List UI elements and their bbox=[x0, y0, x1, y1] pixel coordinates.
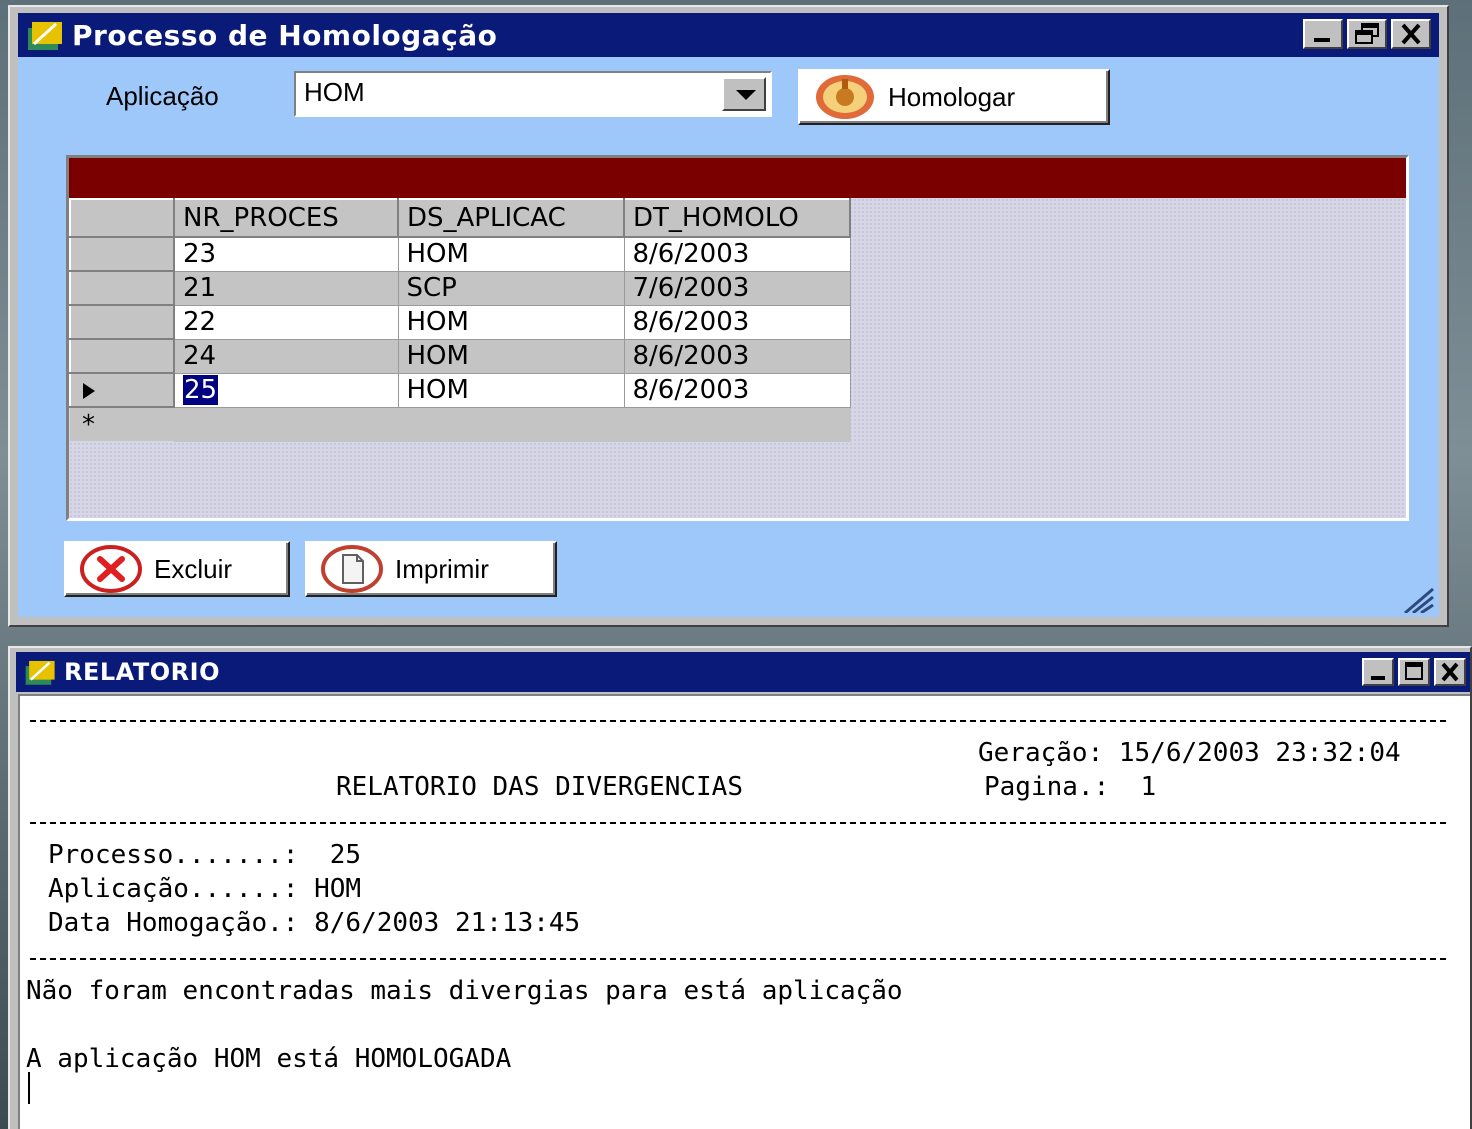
restore-button[interactable] bbox=[1347, 19, 1387, 49]
close-button[interactable] bbox=[1434, 658, 1466, 686]
divider bbox=[30, 822, 1446, 824]
maximize-button[interactable] bbox=[1398, 658, 1430, 686]
current-row-pointer-icon bbox=[83, 382, 95, 399]
table-row-current[interactable]: 25 HOM 8/6/2003 bbox=[69, 372, 851, 408]
cell-nr[interactable]: 24 bbox=[173, 338, 399, 374]
cell-nr[interactable]: 23 bbox=[173, 236, 399, 272]
column-header[interactable]: DS_APLICAC bbox=[397, 198, 625, 238]
new-row-marker[interactable]: * bbox=[70, 407, 174, 441]
cell-ds[interactable]: HOM bbox=[397, 236, 625, 272]
minimize-button[interactable] bbox=[1303, 19, 1343, 49]
cell-dt[interactable]: 8/6/2003 bbox=[623, 372, 851, 408]
aplicacao-label: Aplicação bbox=[106, 81, 219, 111]
divider bbox=[30, 720, 1446, 722]
app-icon bbox=[24, 657, 58, 687]
text-caret bbox=[28, 1072, 30, 1104]
homologacao-window: Processo de Homologação Aplicação HOM Ho… bbox=[8, 5, 1449, 627]
imprimir-label: Imprimir bbox=[395, 553, 489, 584]
row-selector[interactable] bbox=[69, 304, 175, 340]
cell-dt[interactable]: 8/6/2003 bbox=[623, 236, 851, 272]
relatorio-window: RELATORIO Geração: 15/6/2003 23:32:04 RE… bbox=[8, 646, 1472, 1129]
processo-text: Processo.......: 25 bbox=[48, 840, 362, 870]
delete-x-icon bbox=[80, 545, 142, 593]
cell-dt[interactable]: 8/6/2003 bbox=[623, 304, 851, 340]
row-selector[interactable] bbox=[69, 338, 175, 374]
title-bar[interactable]: Processo de Homologação bbox=[18, 13, 1439, 57]
client-area: Aplicação HOM Homologar NR_PROCES DS_APL… bbox=[18, 57, 1439, 617]
grid-caption bbox=[69, 158, 1406, 198]
process-grid[interactable]: NR_PROCES DS_APLICAC DT_HOMOLO 23 HOM 8/… bbox=[66, 155, 1409, 521]
column-header[interactable]: DT_HOMOLO bbox=[623, 198, 851, 238]
cell-dt[interactable]: 7/6/2003 bbox=[623, 270, 851, 306]
message-line-2: A aplicação HOM está HOMOLOGADA bbox=[26, 1044, 512, 1074]
homologar-label: Homologar bbox=[888, 81, 1016, 112]
report-text-area[interactable]: Geração: 15/6/2003 23:32:04 RELATORIO DA… bbox=[18, 694, 1470, 1129]
cell-nr[interactable]: 22 bbox=[173, 304, 399, 340]
window-title: RELATORIO bbox=[64, 658, 220, 686]
minimize-button[interactable] bbox=[1362, 658, 1394, 686]
chevron-down-icon[interactable] bbox=[722, 77, 766, 111]
cell-ds[interactable]: SCP bbox=[397, 270, 625, 306]
new-row[interactable]: * bbox=[70, 406, 851, 442]
data-homologacao-text: Data Homogação.: 8/6/2003 21:13:45 bbox=[48, 908, 581, 938]
app-icon bbox=[26, 18, 66, 52]
cell-dt[interactable]: 8/6/2003 bbox=[623, 338, 851, 374]
homologar-button[interactable]: Homologar bbox=[798, 69, 1110, 125]
table-row[interactable]: 23 HOM 8/6/2003 bbox=[69, 236, 851, 272]
table-row[interactable]: 24 HOM 8/6/2003 bbox=[69, 338, 851, 374]
grid-table: NR_PROCES DS_APLICAC DT_HOMOLO 23 HOM 8/… bbox=[69, 198, 851, 442]
close-button[interactable] bbox=[1391, 19, 1431, 49]
table-row[interactable]: 22 HOM 8/6/2003 bbox=[69, 304, 851, 340]
report-title: RELATORIO DAS DIVERGENCIAS bbox=[336, 772, 743, 802]
cell-ds[interactable]: HOM bbox=[397, 338, 625, 374]
selected-cell-text: 25 bbox=[183, 375, 219, 405]
imprimir-button[interactable]: Imprimir bbox=[305, 541, 557, 597]
title-bar[interactable]: RELATORIO bbox=[16, 652, 1470, 692]
pagina-text: Pagina.: 1 bbox=[984, 772, 1157, 802]
document-icon bbox=[321, 545, 383, 593]
message-line-1: Não foram encontradas mais divergias par… bbox=[26, 976, 903, 1006]
window-title: Processo de Homologação bbox=[72, 18, 498, 52]
cell-ds[interactable]: HOM bbox=[397, 372, 625, 408]
column-header[interactable]: NR_PROCES bbox=[173, 198, 399, 238]
row-selector-header bbox=[69, 198, 175, 238]
cell-ds[interactable]: HOM bbox=[397, 304, 625, 340]
excluir-button[interactable]: Excluir bbox=[64, 541, 290, 597]
aplicacao-text: Aplicação......: HOM bbox=[48, 874, 362, 904]
aplicacao-combo[interactable]: HOM bbox=[294, 71, 772, 117]
table-row[interactable]: 21 SCP 7/6/2003 bbox=[69, 270, 851, 306]
divider bbox=[30, 958, 1446, 960]
row-selector[interactable] bbox=[69, 372, 175, 408]
geracao-text: Geração: 15/6/2003 23:32:04 bbox=[978, 738, 1401, 768]
cell-nr[interactable]: 25 bbox=[173, 372, 399, 408]
gears-icon bbox=[816, 75, 874, 119]
resize-grip-icon[interactable] bbox=[1399, 583, 1435, 613]
cell-nr[interactable]: 21 bbox=[173, 270, 399, 306]
aplicacao-value: HOM bbox=[304, 77, 365, 107]
row-selector[interactable] bbox=[69, 270, 175, 306]
row-selector[interactable] bbox=[69, 236, 175, 272]
excluir-label: Excluir bbox=[154, 553, 233, 584]
